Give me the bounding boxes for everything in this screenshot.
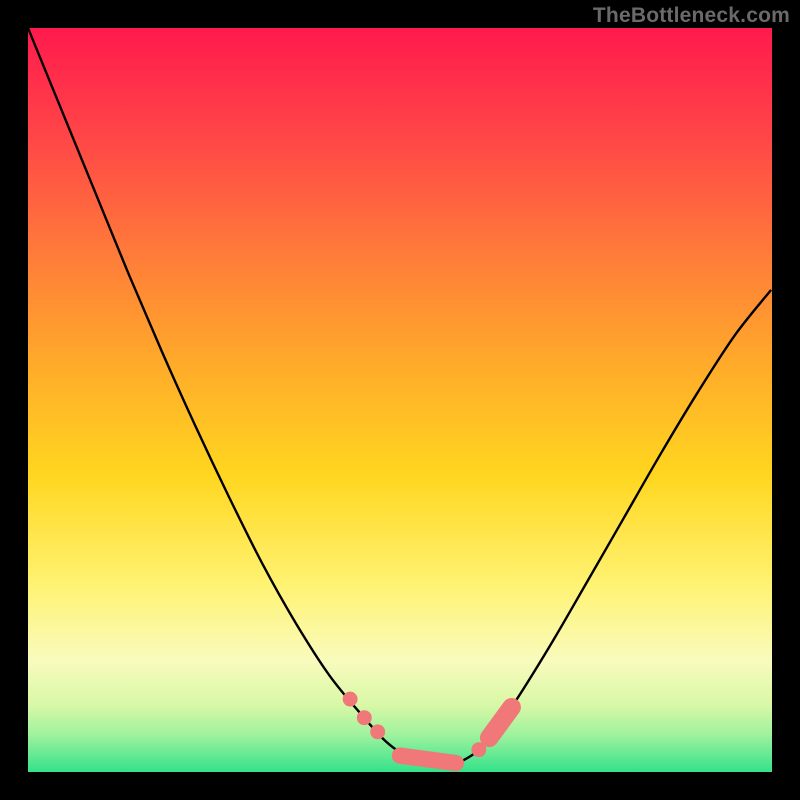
chart-markers: [343, 692, 512, 763]
watermark-label: TheBottleneck.com: [593, 4, 790, 28]
left-curve: [28, 28, 419, 762]
marker-dot: [343, 692, 358, 707]
right-curve: [460, 291, 771, 763]
chart-svg: [28, 28, 772, 772]
chart-frame: TheBottleneck.com: [0, 0, 800, 800]
marker-capsule: [489, 707, 511, 738]
marker-dot: [357, 710, 372, 725]
chart-curves: [28, 28, 771, 762]
marker-capsule: [400, 756, 456, 763]
chart-plot-area: [28, 28, 772, 772]
marker-dot: [370, 724, 385, 739]
